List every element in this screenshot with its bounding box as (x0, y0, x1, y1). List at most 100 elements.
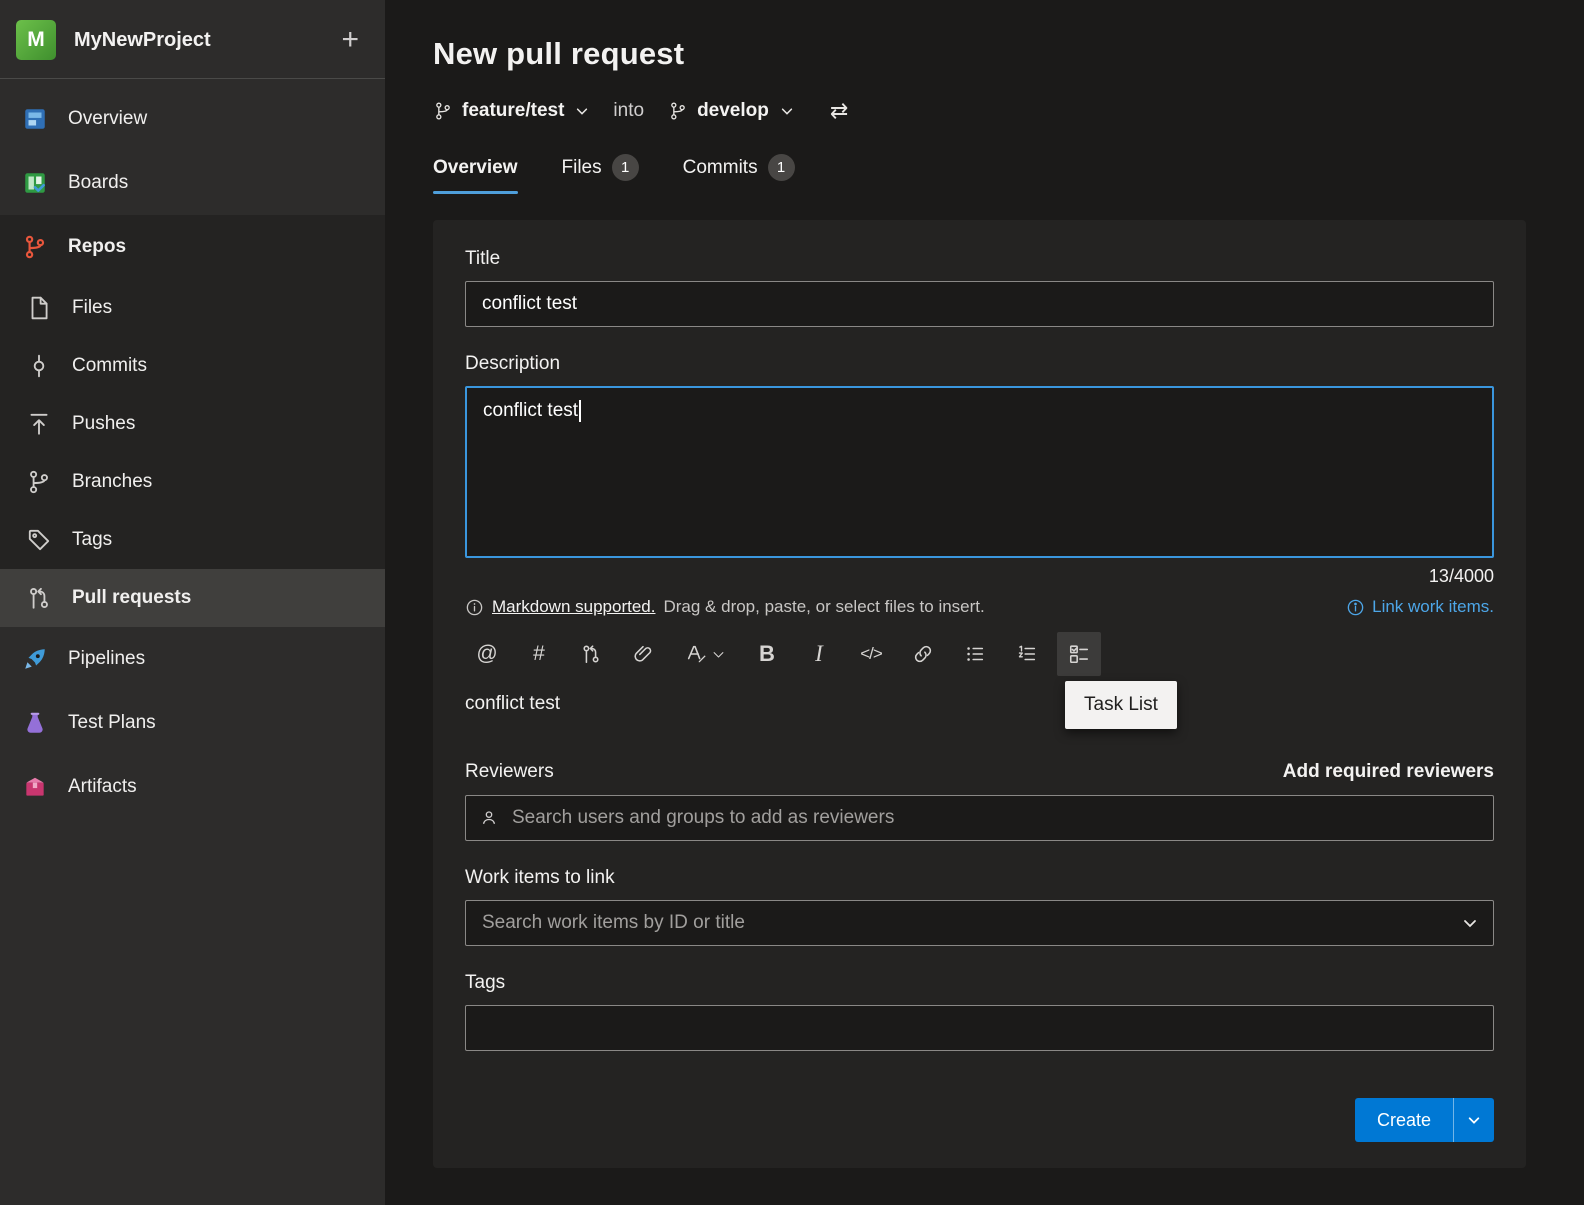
sidebar-item-label: Pushes (72, 413, 136, 434)
sidebar-item-repos[interactable]: Repos (0, 215, 385, 279)
sidebar-item-test-plans[interactable]: Test Plans (0, 691, 385, 755)
task-list-tooltip: Task List (1065, 681, 1177, 729)
char-counter: 13/4000 (1428, 566, 1494, 586)
pull-request-icon[interactable] (569, 632, 613, 676)
text-caret (579, 400, 581, 422)
work-item-hash-icon[interactable]: # (517, 632, 561, 676)
reviewers-header-row: Reviewers Add required reviewers (465, 761, 1494, 783)
chevron-down-icon (713, 651, 723, 658)
sidebar-item-tags[interactable]: Tags (0, 511, 385, 569)
description-label: Description (465, 353, 561, 374)
tab-files[interactable]: Files 1 (562, 154, 639, 194)
attach-icon[interactable] (621, 632, 665, 676)
sidebar-item-branches[interactable]: Branches (0, 453, 385, 511)
sidebar-item-label: Overview (68, 108, 148, 129)
reviewers-label: Reviewers (465, 761, 554, 782)
sidebar-item-label: Artifacts (68, 776, 137, 797)
sidebar-item-label: Tags (72, 529, 113, 550)
branches-icon (24, 467, 54, 497)
person-icon (479, 808, 499, 828)
tags-label: Tags (465, 972, 506, 993)
format-text-icon[interactable] (673, 632, 737, 676)
description-preview: conflict test (465, 693, 561, 714)
markdown-hint-row: Markdown supported. Drag & drop, paste, … (465, 597, 1494, 617)
sidebar: M MyNewProject + Overview Boards Repos F… (0, 0, 385, 1205)
pipelines-icon (20, 644, 50, 674)
repos-group: Repos Files Commits Pushes Branches Tags… (0, 215, 385, 627)
commits-icon (24, 351, 54, 381)
source-branch-picker[interactable]: feature/test (433, 100, 589, 122)
sidebar-item-label: Boards (68, 172, 129, 193)
add-project-button[interactable]: + (335, 25, 365, 55)
work-items-search-input[interactable] (465, 900, 1494, 946)
overview-icon (20, 104, 50, 134)
chevron-down-icon[interactable] (1462, 915, 1478, 931)
sidebar-item-boards[interactable]: Boards (0, 151, 385, 215)
add-required-reviewers-link[interactable]: Add required reviewers (1283, 761, 1494, 783)
sidebar-item-overview[interactable]: Overview (0, 87, 385, 151)
sidebar-item-commits[interactable]: Commits (0, 337, 385, 395)
tab-label: Overview (433, 156, 518, 178)
link-work-items-label: Link work items. (1372, 597, 1494, 616)
link-icon[interactable] (901, 632, 945, 676)
description-textarea[interactable]: conflict test (465, 386, 1494, 558)
chevron-down-icon (1468, 1117, 1480, 1124)
pr-form-card: Title Description conflict test 13/4000 … (433, 220, 1526, 1168)
markdown-supported-link[interactable]: Markdown supported. (492, 597, 655, 617)
create-button[interactable]: Create (1354, 1098, 1494, 1142)
app-root: M MyNewProject + Overview Boards Repos F… (0, 0, 1584, 1205)
code-icon[interactable]: </> (849, 632, 893, 676)
sidebar-item-pull-requests[interactable]: Pull requests (0, 569, 385, 627)
main-content: New pull request feature/test into devel… (385, 0, 1584, 1205)
link-work-items-link[interactable]: Link work items. (1346, 597, 1494, 617)
tab-overview[interactable]: Overview (433, 154, 518, 194)
repos-icon (20, 232, 50, 262)
title-input[interactable] (465, 281, 1494, 327)
sidebar-item-label: Repos (68, 236, 127, 257)
test-plans-icon (20, 708, 50, 738)
description-text: conflict test (483, 400, 579, 422)
sidebar-item-pipelines[interactable]: Pipelines (0, 627, 385, 691)
files-icon (24, 293, 54, 323)
sidebar-item-label: Files (72, 297, 113, 318)
source-branch-name: feature/test (462, 100, 565, 121)
tab-label: Commits (682, 156, 758, 178)
branch-icon (436, 102, 450, 120)
create-button-dropdown[interactable] (1453, 1098, 1494, 1142)
tab-bar: Overview Files 1 Commits 1 (433, 154, 1526, 194)
sidebar-item-files[interactable]: Files (0, 279, 385, 337)
project-name[interactable]: MyNewProject (74, 29, 335, 52)
target-branch-name: develop (697, 100, 769, 121)
tags-input[interactable] (465, 1005, 1494, 1051)
task-list-icon[interactable] (1057, 632, 1101, 676)
bulleted-list-icon[interactable] (953, 632, 997, 676)
sidebar-item-label: Pipelines (68, 648, 146, 669)
branch-selector-row: feature/test into develop ⇄ (433, 98, 1526, 124)
project-avatar[interactable]: M (16, 20, 56, 60)
sidebar-item-artifacts[interactable]: Artifacts (0, 755, 385, 819)
tab-commits[interactable]: Commits 1 (683, 154, 795, 194)
reviewers-search-input[interactable] (465, 795, 1494, 841)
tab-label: Files (561, 156, 602, 178)
markdown-hint-text: Drag & drop, paste, or select files to i… (663, 597, 985, 616)
work-items-input-wrap (465, 900, 1494, 946)
create-button-label[interactable]: Create (1355, 1098, 1453, 1142)
chevron-down-icon (781, 108, 793, 115)
reviewers-input-wrap (465, 795, 1494, 841)
italic-icon[interactable]: I (797, 632, 841, 676)
formatting-toolbar: @ # B I </> Task List (465, 631, 1494, 729)
sidebar-item-label: Pull requests (72, 587, 192, 608)
swap-branches-icon[interactable]: ⇄ (830, 98, 848, 124)
page-title: New pull request (433, 36, 685, 71)
mention-icon[interactable]: @ (465, 632, 509, 676)
files-count-badge: 1 (611, 154, 639, 181)
bold-icon[interactable]: B (745, 632, 789, 676)
sidebar-nav: Overview Boards Repos Files Commits Push… (0, 79, 385, 1205)
sidebar-item-label: Commits (72, 355, 147, 376)
sidebar-item-pushes[interactable]: Pushes (0, 395, 385, 453)
numbered-list-icon[interactable] (1005, 632, 1049, 676)
branch-icon (671, 102, 685, 120)
create-button-row: Create (1354, 1098, 1494, 1142)
info-icon (466, 599, 483, 615)
target-branch-picker[interactable]: develop (668, 100, 794, 122)
